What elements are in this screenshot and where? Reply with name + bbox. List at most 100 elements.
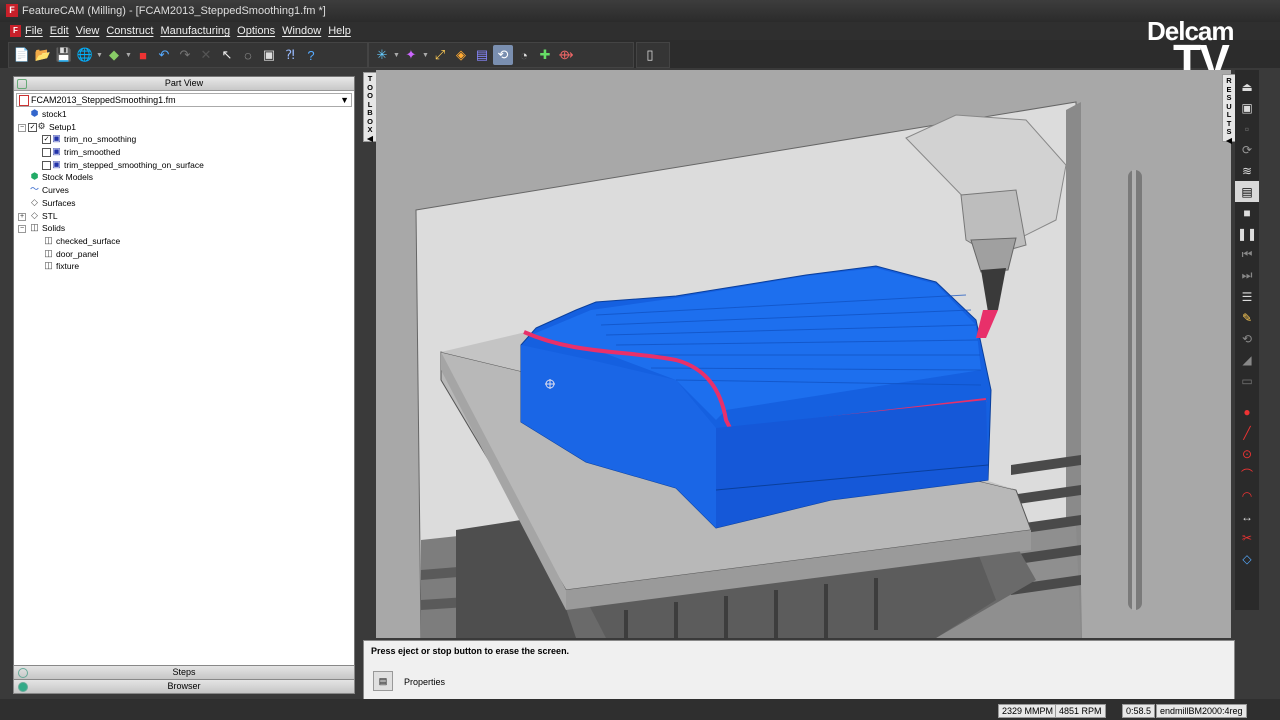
tree-label: trim_smoothed: [64, 147, 121, 158]
simulation-viewport[interactable]: [376, 70, 1231, 638]
solid-icon: ◫: [30, 222, 39, 233]
machine-simulation-graphic: [376, 70, 1231, 638]
menu-construct[interactable]: Construct: [106, 22, 153, 40]
new-icon[interactable]: 📄: [12, 45, 32, 65]
tree-label: trim_stepped_smoothing_on_surface: [64, 159, 204, 170]
pin-icon[interactable]: [17, 79, 27, 89]
eject-icon[interactable]: ⏏: [1235, 76, 1259, 97]
menu-window[interactable]: Window: [282, 22, 321, 40]
step-forward-icon[interactable]: ⏭: [1235, 265, 1259, 286]
point-icon[interactable]: ●: [1235, 401, 1259, 422]
feature-checkbox[interactable]: [42, 160, 51, 170]
menu-edit[interactable]: Edit: [50, 22, 69, 40]
collapse-arrow-icon[interactable]: ◀: [1223, 136, 1235, 146]
part-view-icon[interactable]: ◆: [104, 45, 124, 65]
feature-checkbox[interactable]: [42, 148, 51, 158]
tree-label: Surfaces: [42, 197, 76, 208]
dropdown-arrow-icon[interactable]: ▼: [422, 52, 429, 59]
menu-view[interactable]: View: [76, 22, 100, 40]
blank-icon[interactable]: ▫: [1235, 118, 1259, 139]
globe-icon[interactable]: 🌐: [75, 45, 95, 65]
open-icon[interactable]: 📂: [33, 45, 53, 65]
rewind-icon[interactable]: ⏮: [1235, 244, 1259, 265]
feature-checkbox[interactable]: ✓: [42, 135, 51, 145]
blank2-icon[interactable]: ▭: [1235, 370, 1259, 391]
line-icon[interactable]: ╱: [1235, 422, 1259, 443]
stock-view-icon[interactable]: ▤: [1235, 181, 1259, 202]
solid-icon[interactable]: ■: [133, 45, 153, 65]
help-cursor-icon[interactable]: ⁈: [280, 45, 300, 65]
arc-icon[interactable]: ⌒: [1235, 464, 1259, 485]
toolbox-tab[interactable]: TOOLBOX ◀: [363, 72, 377, 142]
menu-bar: F File Edit View Construct Manufacturing…: [0, 22, 1280, 40]
file-selector[interactable]: FCAM2013_SteppedSmoothing1.fm ▼: [16, 93, 352, 107]
spin-icon[interactable]: ⟲: [1235, 328, 1259, 349]
arc2-icon[interactable]: ◠: [1235, 485, 1259, 506]
undo-icon[interactable]: ↶: [154, 45, 174, 65]
menu-file[interactable]: File: [25, 22, 43, 40]
status-message: Press eject or stop button to erase the …: [371, 646, 570, 656]
redo-icon[interactable]: ↷: [175, 45, 195, 65]
dimension-icon[interactable]: ↔: [1235, 506, 1259, 527]
dropdown-arrow-icon[interactable]: ▼: [96, 52, 103, 59]
dropdown-arrow-icon[interactable]: ▼: [340, 94, 349, 106]
tree-label: Curves: [42, 185, 69, 196]
menu-help[interactable]: Help: [328, 22, 351, 40]
trim-icon[interactable]: ✂: [1235, 527, 1259, 548]
circle-icon[interactable]: ⊙: [1235, 443, 1259, 464]
steps-tab[interactable]: Steps: [13, 665, 355, 680]
collapse-icon[interactable]: −: [18, 225, 26, 234]
file-name: FCAM2013_SteppedSmoothing1.fm: [31, 95, 176, 105]
stop-icon[interactable]: ■: [1235, 202, 1259, 223]
select-arrow-icon[interactable]: ↖: [217, 45, 237, 65]
toolbox-icon[interactable]: ▤: [472, 45, 492, 65]
dropdown-arrow-icon[interactable]: ▼: [125, 52, 132, 59]
align-icon[interactable]: ⟴: [556, 45, 576, 65]
pause-icon[interactable]: ❚❚: [1235, 223, 1259, 244]
tree-label: Setup1: [49, 121, 76, 132]
part-view-header: Part View: [14, 77, 354, 91]
status-bar: 2329 MMPM 4851 RPM 0:58.5 endmillBM2000:…: [0, 699, 1280, 720]
shade-icon[interactable]: ◢: [1235, 349, 1259, 370]
magic-icon[interactable]: ✦: [401, 45, 421, 65]
delete-icon[interactable]: ✕: [196, 45, 216, 65]
wizard-icon[interactable]: ⟲: [493, 45, 513, 65]
expand-icon[interactable]: +: [18, 212, 26, 221]
collapse-arrow-icon[interactable]: ◀: [364, 134, 376, 144]
edit-icon[interactable]: ◇: [1235, 548, 1259, 569]
curve-icon[interactable]: ⤢: [430, 45, 450, 65]
toolpath-icon[interactable]: ≋: [1235, 160, 1259, 181]
transform-icon[interactable]: ✚: [535, 45, 555, 65]
fit-icon[interactable]: ▣: [1235, 97, 1259, 118]
pencil-icon[interactable]: ✎: [1235, 307, 1259, 328]
tree-label: stock1: [42, 109, 67, 119]
nc-code-icon[interactable]: ▯: [640, 45, 660, 65]
status-time: 0:58.5: [1122, 704, 1156, 718]
feature-icon: ▣: [52, 146, 61, 157]
browser-tab[interactable]: Browser: [13, 679, 355, 694]
lasso-icon[interactable]: ◌: [238, 45, 258, 65]
menu-options[interactable]: Options: [237, 22, 275, 40]
steps-icon: [18, 668, 28, 678]
doc-system-icon[interactable]: F: [10, 25, 21, 37]
stl-icon: ◇: [31, 209, 38, 220]
app-icon[interactable]: F: [6, 4, 18, 17]
menu-manufacturing[interactable]: Manufacturing: [160, 22, 230, 40]
camera-icon[interactable]: ▣: [259, 45, 279, 65]
solid-icon: ◫: [44, 260, 53, 271]
help-icon[interactable]: ?: [301, 45, 321, 65]
title-bar: F FeatureCAM (Milling) - [FCAM2013_Stepp…: [0, 0, 1280, 22]
results-tab[interactable]: RESULTS ◀: [1222, 74, 1236, 144]
properties-label[interactable]: Properties: [404, 677, 445, 687]
setup-checkbox[interactable]: ✓: [28, 122, 37, 132]
save-icon[interactable]: 💾: [54, 45, 74, 65]
rotate-icon[interactable]: ⟳: [1235, 139, 1259, 160]
star-icon[interactable]: ✳: [372, 45, 392, 65]
collapse-icon[interactable]: −: [18, 123, 26, 132]
list-icon[interactable]: ☰: [1235, 286, 1259, 307]
simulate-icon[interactable]: ◔: [514, 45, 534, 65]
feature-icon: ▣: [52, 158, 61, 169]
properties-icon[interactable]: ▤: [373, 671, 393, 691]
dropdown-arrow-icon[interactable]: ▼: [393, 52, 400, 59]
feature-icon[interactable]: ◈: [451, 45, 471, 65]
